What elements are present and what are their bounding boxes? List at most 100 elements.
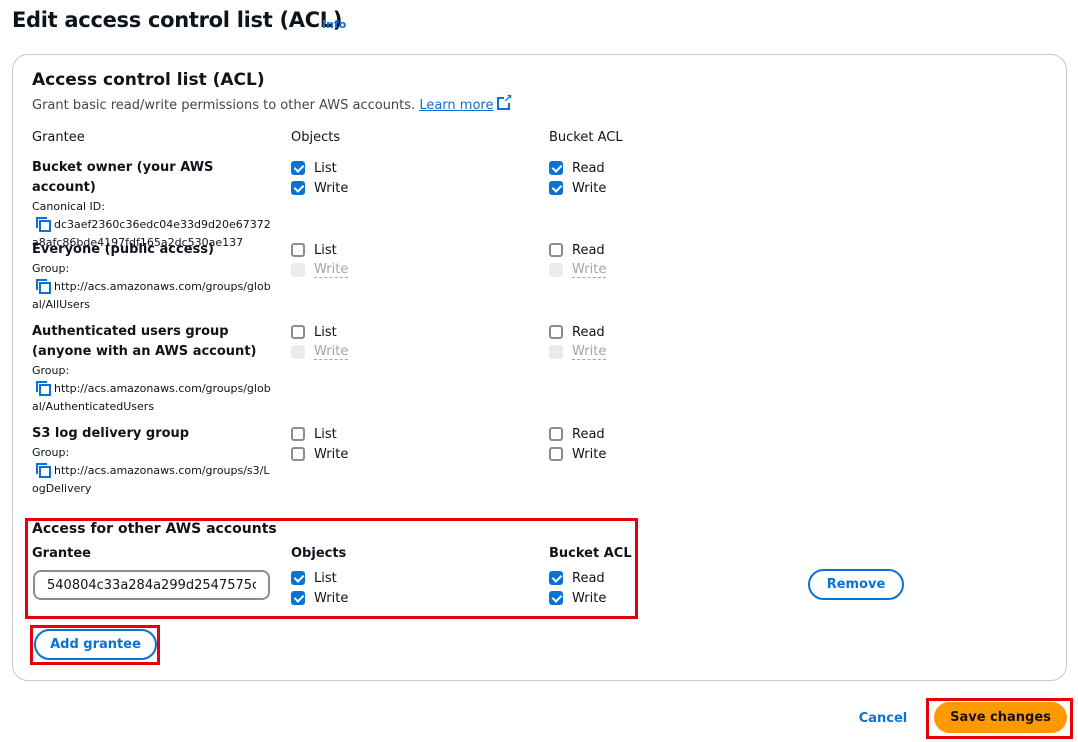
checkbox-label: Write: [572, 446, 607, 462]
grantee-id-label: Canonical ID:: [32, 200, 105, 213]
copy-icon[interactable]: [36, 381, 51, 396]
grantee-header: Grantee: [32, 130, 85, 145]
checkbox-checked-icon[interactable]: [549, 571, 563, 585]
checkbox-write[interactable]: Write: [291, 588, 348, 608]
checkbox-unchecked-icon[interactable]: [549, 345, 563, 359]
grantee-name: Bucket owner (your AWS account): [32, 160, 214, 195]
checkbox-label: List: [314, 160, 337, 176]
checkbox-read[interactable]: Read: [549, 424, 605, 444]
checkbox-unchecked-icon[interactable]: [291, 325, 305, 339]
checkbox-label: Write: [572, 261, 607, 278]
checkbox-label: Write: [572, 180, 607, 196]
copy-icon[interactable]: [36, 463, 51, 478]
checkbox-read[interactable]: Read: [549, 158, 605, 178]
grantee-id-value: http://acs.amazonaws.com/groups/global/A…: [32, 278, 272, 314]
checkbox-unchecked-icon[interactable]: [549, 243, 563, 257]
checkbox-label: Write: [572, 590, 607, 606]
page-title: Edit access control list (ACL): [12, 8, 343, 32]
grantee-row: S3 log delivery group Group: http://acs.am…: [32, 424, 282, 498]
checkbox-write: Write: [549, 342, 607, 362]
grantee-id-text: http://acs.amazonaws.com/groups/s3/LogDe…: [32, 464, 270, 495]
checkbox-checked-icon[interactable]: [291, 591, 305, 605]
checkbox-list[interactable]: List: [291, 240, 337, 260]
checkbox-label: Write: [314, 180, 349, 196]
other-bucket-acl-header: Bucket ACL: [549, 546, 632, 561]
grantee-id-label: Group:: [32, 364, 70, 377]
checkbox-list[interactable]: List: [291, 568, 337, 588]
save-changes-button[interactable]: Save changes: [934, 702, 1067, 733]
grantee-row: Authenticated users group (anyone with a…: [32, 322, 282, 416]
other-grantee-header: Grantee: [32, 546, 91, 561]
checkbox-list[interactable]: List: [291, 424, 337, 444]
remove-button[interactable]: Remove: [808, 569, 904, 600]
other-objects-header: Objects: [291, 546, 347, 561]
copy-icon[interactable]: [36, 217, 51, 232]
checkbox-write[interactable]: Write: [291, 178, 348, 198]
grantee-id-value: http://acs.amazonaws.com/groups/s3/LogDe…: [32, 462, 272, 498]
grantee-row: Bucket owner (your AWS account) Canonical…: [32, 158, 282, 252]
checkbox-checked-icon[interactable]: [549, 161, 563, 175]
checkbox-unchecked-icon[interactable]: [549, 263, 563, 277]
checkbox-unchecked-icon[interactable]: [291, 427, 305, 441]
add-grantee-button[interactable]: Add grantee: [34, 629, 157, 660]
checkbox-unchecked-icon[interactable]: [549, 325, 563, 339]
checkbox-unchecked-icon[interactable]: [291, 447, 305, 461]
other-accounts-title: Access for other AWS accounts: [32, 521, 277, 537]
checkbox-read[interactable]: Read: [549, 322, 605, 342]
copy-icon[interactable]: [36, 279, 51, 294]
checkbox-list[interactable]: List: [291, 322, 337, 342]
checkbox-label: Write: [314, 261, 349, 278]
grantee-row: Everyone (public access) Group: http://acs…: [32, 240, 282, 314]
checkbox-label: Write: [314, 446, 349, 462]
checkbox-write: Write: [549, 260, 607, 280]
checkbox-unchecked-icon[interactable]: [549, 447, 563, 461]
checkbox-write: Write: [291, 342, 349, 362]
grantee-name: Everyone (public access): [32, 242, 214, 257]
checkbox-unchecked-icon[interactable]: [291, 263, 305, 277]
grantee-name: S3 log delivery group: [32, 426, 190, 441]
checkbox-read[interactable]: Read: [549, 240, 605, 260]
objects-header: Objects: [291, 130, 341, 145]
grantee-canonical-id-input[interactable]: [33, 570, 270, 600]
checkbox-write: Write: [291, 260, 349, 280]
checkbox-checked-icon[interactable]: [549, 181, 563, 195]
grantee-id-text: http://acs.amazonaws.com/groups/global/A…: [32, 382, 271, 413]
card-description: Grant basic read/write permissions to ot…: [32, 92, 512, 113]
checkbox-label: List: [314, 426, 337, 442]
checkbox-label: Read: [572, 324, 605, 340]
grantee-id-value: http://acs.amazonaws.com/groups/global/A…: [32, 380, 272, 416]
cancel-button[interactable]: Cancel: [850, 707, 916, 729]
checkbox-list[interactable]: List: [291, 158, 337, 178]
checkbox-unchecked-icon[interactable]: [291, 345, 305, 359]
checkbox-checked-icon[interactable]: [549, 591, 563, 605]
checkbox-label: Read: [572, 426, 605, 442]
learn-more-link[interactable]: Learn more: [419, 98, 493, 113]
grantee-name: Authenticated users group (anyone with a…: [32, 324, 257, 359]
checkbox-unchecked-icon[interactable]: [549, 427, 563, 441]
checkbox-label: List: [314, 324, 337, 340]
external-link-icon: [497, 92, 512, 110]
learn-more-text: Learn more: [419, 98, 494, 113]
checkbox-checked-icon[interactable]: [291, 181, 305, 195]
checkbox-label: List: [314, 570, 337, 586]
checkbox-read[interactable]: Read: [549, 568, 605, 588]
card-title: Access control list (ACL): [32, 70, 265, 90]
checkbox-write[interactable]: Write: [291, 444, 348, 464]
description-text: Grant basic read/write permissions to ot…: [32, 98, 416, 113]
checkbox-label: List: [314, 242, 337, 258]
checkbox-write[interactable]: Write: [549, 178, 606, 198]
checkbox-label: Read: [572, 242, 605, 258]
grantee-id-label: Group:: [32, 262, 70, 275]
checkbox-checked-icon[interactable]: [291, 161, 305, 175]
checkbox-checked-icon[interactable]: [291, 571, 305, 585]
checkbox-label: Read: [572, 160, 605, 176]
checkbox-label: Write: [314, 590, 349, 606]
info-link[interactable]: Info: [322, 18, 346, 31]
checkbox-write[interactable]: Write: [549, 444, 606, 464]
checkbox-label: Read: [572, 570, 605, 586]
checkbox-label: Write: [572, 343, 607, 360]
checkbox-label: Write: [314, 343, 349, 360]
grantee-id-text: http://acs.amazonaws.com/groups/global/A…: [32, 280, 271, 311]
checkbox-write[interactable]: Write: [549, 588, 606, 608]
checkbox-unchecked-icon[interactable]: [291, 243, 305, 257]
